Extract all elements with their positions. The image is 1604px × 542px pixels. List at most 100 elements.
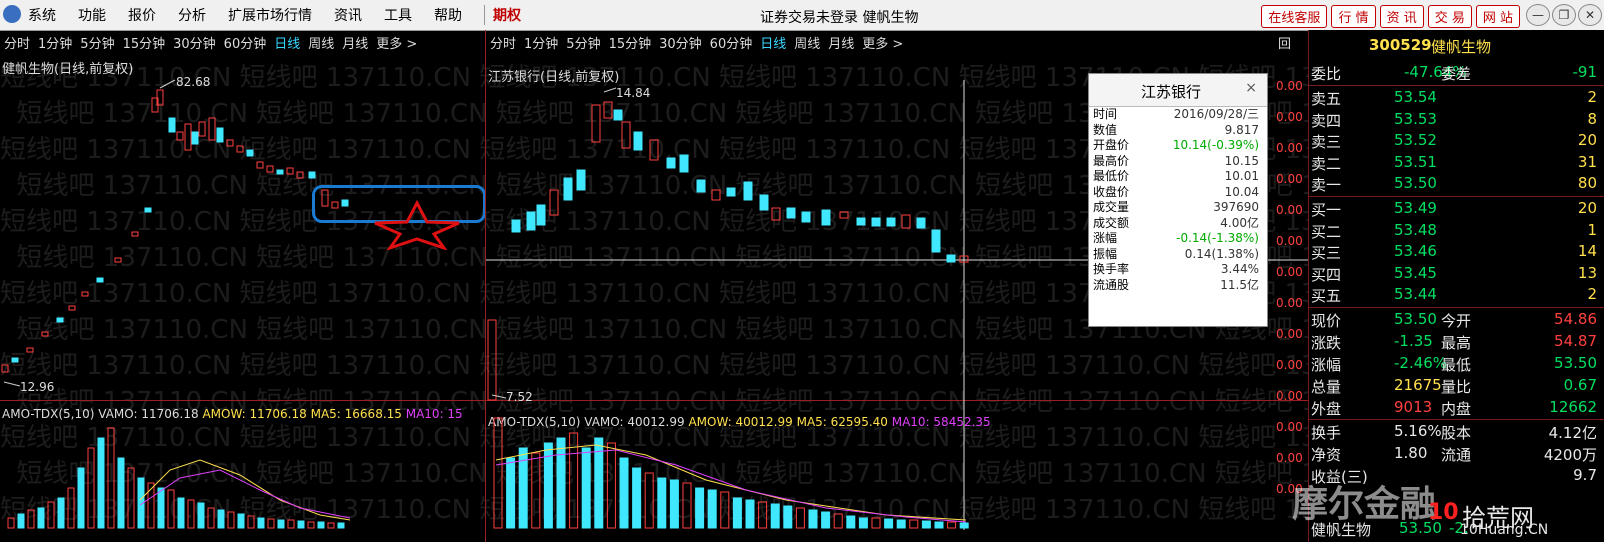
left_chart-period-3[interactable]: 15分钟 — [123, 33, 166, 52]
close-icon[interactable]: ✕ — [1578, 4, 1602, 26]
mid_chart-period-0[interactable]: 分时 — [490, 33, 516, 52]
mid_chart-period-8[interactable]: 月线 — [828, 33, 854, 52]
volume-bar — [277, 519, 285, 529]
mid_chart-period-6[interactable]: 日线 — [760, 33, 786, 52]
menu-item-2[interactable]: 报价 — [128, 5, 156, 25]
label: 股本 — [1441, 424, 1472, 442]
value: -2.46% — [1394, 354, 1448, 372]
label: 总量 — [1311, 378, 1342, 396]
tooltip-row: 流通股 11.5亿 — [1089, 278, 1267, 294]
mid_chart-period-1[interactable]: 1分钟 — [524, 33, 558, 52]
tooltip-row: 开盘价 10.14(-0.39%) — [1089, 138, 1267, 154]
value: -91 — [1572, 63, 1598, 81]
left_chart-period-1[interactable]: 1分钟 — [38, 33, 72, 52]
top-button-1[interactable]: 行 情 — [1331, 5, 1376, 28]
tooltip-row: 收盘价 10.04 — [1089, 185, 1267, 201]
tooltip-row: 换手率 3.44% — [1089, 262, 1267, 278]
price: 53.52 — [1394, 131, 1437, 149]
left_chart-period-8[interactable]: 月线 — [342, 33, 368, 52]
sell-row: 卖三 53.52 20 — [1309, 130, 1604, 152]
value: 54.87 — [1554, 332, 1597, 350]
price: 53.46 — [1394, 242, 1437, 260]
label: 内盘 — [1441, 400, 1472, 418]
volume: 2 — [1587, 88, 1597, 106]
volume-bar — [556, 437, 566, 529]
mid_chart-period-2[interactable]: 5分钟 — [566, 33, 600, 52]
top-button-2[interactable]: 资 讯 — [1379, 5, 1424, 28]
left_chart-period-5[interactable]: 60分钟 — [224, 33, 267, 52]
left_chart-period-0[interactable]: 分时 — [4, 33, 30, 52]
candle — [856, 217, 866, 226]
candle — [821, 209, 831, 226]
value: 53.50 — [1554, 354, 1597, 372]
left_chart-period-2[interactable]: 5分钟 — [80, 33, 114, 52]
menu-item-5[interactable]: 资讯 — [334, 5, 362, 25]
left_chart-period-7[interactable]: 周线 — [308, 33, 334, 52]
candle — [176, 131, 184, 141]
volume-bar — [167, 489, 175, 529]
menu-item-0[interactable]: 系统 — [28, 5, 56, 25]
menu-item-6[interactable]: 工具 — [384, 5, 412, 25]
candle — [931, 229, 941, 253]
left_chart-period-6[interactable]: 日线 — [274, 33, 300, 52]
weibi-row: 委比 -47.64% 委差 -91 — [1309, 62, 1604, 84]
candle — [226, 139, 234, 147]
volume-bar — [247, 515, 255, 529]
left-chart-svg[interactable]: 82.68 12.96 — [0, 60, 482, 530]
tooltip-close-icon[interactable]: × — [1245, 80, 1257, 96]
tooltip-row-label: 成交额 — [1093, 215, 1130, 230]
tooltip-row-label: 最高价 — [1093, 153, 1130, 168]
menu-item-3[interactable]: 分析 — [178, 5, 206, 25]
volume-bar — [732, 497, 742, 529]
axis-label: 0.00 — [1276, 172, 1303, 186]
mid_chart-period-9[interactable]: 更多 > — [862, 33, 903, 52]
mid_chart-period-5[interactable]: 60分钟 — [710, 33, 753, 52]
menu-item-4[interactable]: 扩展市场行情 — [228, 5, 312, 25]
mid_chart-period-4[interactable]: 30分钟 — [659, 33, 702, 52]
top-button-4[interactable]: 网 站 — [1475, 5, 1520, 28]
tooltip-row: 振幅 0.14(1.38%) — [1089, 247, 1267, 263]
mid_chart-period-3[interactable]: 15分钟 — [609, 33, 652, 52]
top-button-3[interactable]: 交 易 — [1427, 5, 1472, 28]
price: 53.45 — [1394, 263, 1437, 282]
volume-bar — [896, 519, 906, 529]
left_chart-period-4[interactable]: 30分钟 — [173, 33, 216, 52]
volume-bar — [783, 505, 793, 529]
tooltip-row-label: 最低价 — [1093, 169, 1130, 183]
menu-item-1[interactable]: 功能 — [78, 5, 106, 25]
price: 53.50 — [1394, 174, 1437, 192]
price: 53.53 — [1394, 109, 1437, 128]
volume-bar — [657, 477, 667, 529]
low-pointer — [3, 381, 21, 387]
mid_chart-period-7[interactable]: 周线 — [794, 33, 820, 52]
value: -1.35 — [1394, 332, 1433, 350]
candle — [801, 211, 811, 223]
minimize-icon[interactable]: — — [1526, 4, 1550, 26]
volume-bar — [644, 472, 654, 529]
tooltip-row: 数值 9.817 — [1089, 123, 1267, 139]
data-tooltip-window: 江苏银行 × 时间 2016/09/28/三 数值 9.817 开盘价 10.14(-0.… — [1088, 73, 1268, 327]
top-right-buttons: 在线客服行 情资 讯交 易网 站 — [1257, 5, 1520, 28]
volume-bar — [147, 482, 155, 529]
candle — [771, 207, 781, 221]
left_chart-period-9[interactable]: 更多 > — [376, 33, 417, 52]
restore-icon[interactable]: ❐ — [1552, 4, 1576, 26]
restore-button[interactable]: 回 — [1278, 33, 1291, 52]
label: 量比 — [1441, 378, 1472, 396]
top-button-0[interactable]: 在线客服 — [1261, 5, 1328, 28]
tooltip-row: 时间 2016/09/28/三 — [1089, 107, 1267, 123]
value: 54.86 — [1554, 310, 1597, 328]
volume-bar — [606, 442, 616, 529]
candle — [256, 161, 264, 169]
volume-bar — [77, 467, 85, 529]
label: 买一 — [1311, 201, 1342, 219]
menu-item-7[interactable]: 帮助 — [434, 5, 462, 25]
candle — [916, 217, 926, 229]
volume-bar — [745, 499, 755, 529]
volume: 13 — [1577, 263, 1597, 282]
volume-bar — [127, 467, 135, 529]
axis-label: 0.00 — [1276, 420, 1303, 434]
label: 买二 — [1311, 222, 1342, 241]
shiwan-site: 10Huang.CN — [1460, 522, 1549, 538]
menu-item-options[interactable]: 期权 — [484, 5, 521, 25]
